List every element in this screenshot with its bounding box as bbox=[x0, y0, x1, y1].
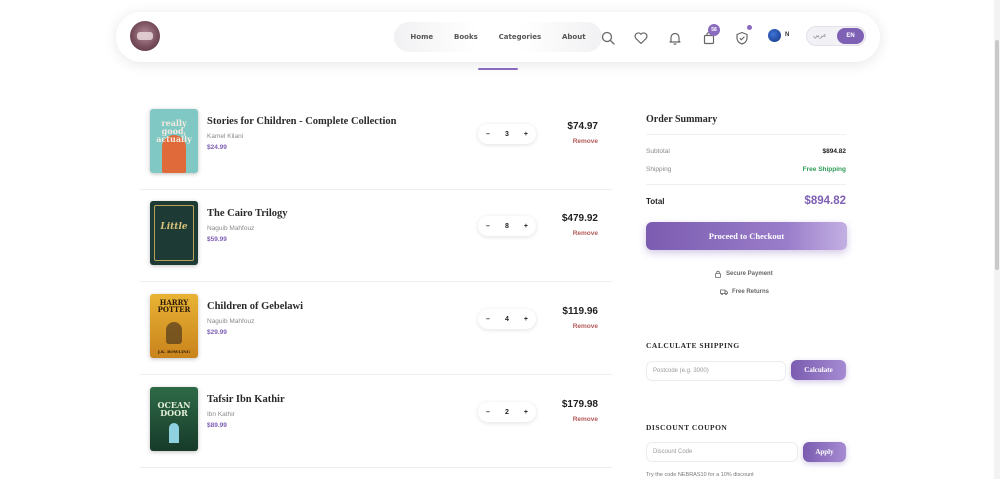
bell-icon[interactable] bbox=[667, 30, 683, 46]
item-unit-price: $24.99 bbox=[207, 144, 227, 151]
nav-home[interactable]: Home bbox=[410, 33, 433, 41]
scrollbar-thumb[interactable] bbox=[995, 40, 999, 270]
item-line-total: $479.92 bbox=[561, 213, 598, 224]
nav-about[interactable]: About bbox=[562, 33, 586, 41]
increase-quantity-button[interactable]: + bbox=[524, 223, 528, 230]
item-unit-price: $59.99 bbox=[207, 236, 227, 243]
cart-item: Little The Cairo Trilogy Naguib Mahfouz … bbox=[140, 190, 612, 282]
quantity-stepper: – 8 + bbox=[478, 216, 536, 236]
decrease-quantity-button[interactable]: – bbox=[486, 409, 490, 416]
divider bbox=[646, 134, 846, 135]
language-toggle[interactable]: عربي EN bbox=[806, 26, 866, 46]
heart-icon[interactable] bbox=[633, 30, 649, 46]
top-navbar: Home Books Categories About 58 N عربي EN bbox=[116, 12, 880, 62]
lang-english[interactable]: EN bbox=[837, 28, 864, 44]
book-cover[interactable]: really good, actually bbox=[150, 109, 198, 173]
quantity-stepper: – 2 + bbox=[478, 402, 536, 422]
cover-text: really good, actually bbox=[156, 118, 192, 144]
item-line-total: $119.96 bbox=[562, 306, 598, 317]
shipping-row: Shipping Free Shipping bbox=[646, 166, 846, 173]
shipping-label: Shipping bbox=[646, 166, 672, 173]
decrease-quantity-button[interactable]: – bbox=[486, 316, 490, 323]
increase-quantity-button[interactable]: + bbox=[524, 131, 528, 138]
total-value: $894.82 bbox=[804, 195, 846, 207]
nav-links: Home Books Categories About bbox=[394, 22, 602, 52]
region-code[interactable]: N bbox=[785, 32, 789, 38]
remove-item-button[interactable]: Remove bbox=[573, 230, 598, 237]
notification-dot bbox=[747, 25, 752, 30]
secure-payment-note: Secure Payment bbox=[714, 270, 773, 278]
cart-item: HARRY POTTER J.K. ROWLING Children of Ge… bbox=[140, 283, 612, 375]
lang-arabic[interactable]: عربي bbox=[813, 32, 827, 39]
apply-coupon-button[interactable]: Apply bbox=[803, 442, 846, 462]
calculate-shipping-title: CALCULATE SHIPPING bbox=[646, 341, 740, 350]
cover-text: OCEAN DOOR bbox=[157, 400, 191, 418]
cart-count-badge: 58 bbox=[708, 24, 720, 36]
truck-icon bbox=[720, 288, 728, 296]
item-unit-price: $89.99 bbox=[207, 422, 227, 429]
cart-item: OCEAN DOOR Tafsir Ibn Kathir Ibn Kathir … bbox=[140, 376, 612, 468]
discount-code-input[interactable]: Discount Code bbox=[646, 442, 798, 462]
free-returns-note: Free Returns bbox=[720, 288, 769, 296]
decrease-quantity-button[interactable]: – bbox=[486, 131, 490, 138]
item-line-total: $74.97 bbox=[567, 121, 598, 132]
free-returns-label: Free Returns bbox=[732, 289, 770, 295]
item-title[interactable]: Stories for Children - Complete Collecti… bbox=[207, 116, 396, 127]
scrollbar-track[interactable] bbox=[994, 0, 1000, 479]
book-cover[interactable]: HARRY POTTER J.K. ROWLING bbox=[150, 294, 198, 358]
item-author: Naguib Mahfouz bbox=[207, 318, 255, 325]
decrease-quantity-button[interactable]: – bbox=[486, 223, 490, 230]
divider bbox=[646, 184, 846, 185]
item-title[interactable]: The Cairo Trilogy bbox=[207, 208, 288, 219]
quantity-value[interactable]: 8 bbox=[505, 223, 509, 230]
remove-item-button[interactable]: Remove bbox=[573, 138, 598, 145]
shield-icon[interactable] bbox=[734, 30, 750, 46]
search-icon[interactable] bbox=[600, 30, 616, 46]
item-line-total: $179.98 bbox=[561, 399, 598, 410]
increase-quantity-button[interactable]: + bbox=[524, 316, 528, 323]
item-title[interactable]: Tafsir Ibn Kathir bbox=[207, 394, 285, 405]
quantity-value[interactable]: 3 bbox=[505, 131, 509, 138]
remove-item-button[interactable]: Remove bbox=[573, 323, 598, 330]
total-label: Total bbox=[646, 197, 665, 206]
secure-payment-label: Secure Payment bbox=[726, 271, 773, 277]
nav-books[interactable]: Books bbox=[454, 33, 478, 41]
globe-icon[interactable] bbox=[768, 29, 781, 42]
cover-author: J.K. ROWLING bbox=[157, 349, 191, 354]
calculate-shipping-button[interactable]: Calculate bbox=[791, 360, 846, 380]
subtotal-value: $894.82 bbox=[822, 148, 847, 155]
increase-quantity-button[interactable]: + bbox=[524, 409, 528, 416]
order-summary-title: Order Summary bbox=[646, 114, 718, 125]
site-logo[interactable] bbox=[130, 21, 160, 51]
quantity-stepper: – 4 + bbox=[478, 309, 536, 329]
item-author: Ibn Kathir bbox=[207, 411, 235, 418]
item-author: Kamel Kilani bbox=[207, 133, 244, 140]
cover-text: HARRY POTTER bbox=[157, 298, 191, 314]
item-author: Naguib Mahfouz bbox=[207, 225, 255, 232]
quantity-value[interactable]: 2 bbox=[505, 409, 509, 416]
quantity-stepper: – 3 + bbox=[478, 124, 536, 144]
remove-item-button[interactable]: Remove bbox=[573, 416, 598, 423]
proceed-to-checkout-button[interactable]: Proceed to Checkout bbox=[646, 222, 847, 250]
coupon-hint: Try the code NEBRAS10 for a 10% discount bbox=[646, 472, 754, 478]
subtotal-row: Subtotal $894.82 bbox=[646, 148, 846, 155]
quantity-value[interactable]: 4 bbox=[505, 316, 509, 323]
book-cover[interactable]: OCEAN DOOR bbox=[150, 387, 198, 451]
cover-text: Little bbox=[160, 222, 188, 232]
nav-categories[interactable]: Categories bbox=[499, 33, 542, 41]
nav-active-indicator bbox=[478, 68, 518, 70]
shipping-value: Free Shipping bbox=[802, 166, 846, 173]
lock-icon bbox=[714, 270, 722, 278]
item-unit-price: $29.99 bbox=[207, 329, 227, 336]
discount-coupon-title: DISCOUNT COUPON bbox=[646, 423, 728, 432]
item-title[interactable]: Children of Gebelawi bbox=[207, 301, 303, 312]
book-cover[interactable]: Little bbox=[150, 201, 198, 265]
postcode-input[interactable]: Postcode (e.g. 3000) bbox=[646, 361, 786, 381]
cart-item: really good, actually Stories for Childr… bbox=[140, 98, 612, 190]
subtotal-label: Subtotal bbox=[646, 148, 670, 155]
